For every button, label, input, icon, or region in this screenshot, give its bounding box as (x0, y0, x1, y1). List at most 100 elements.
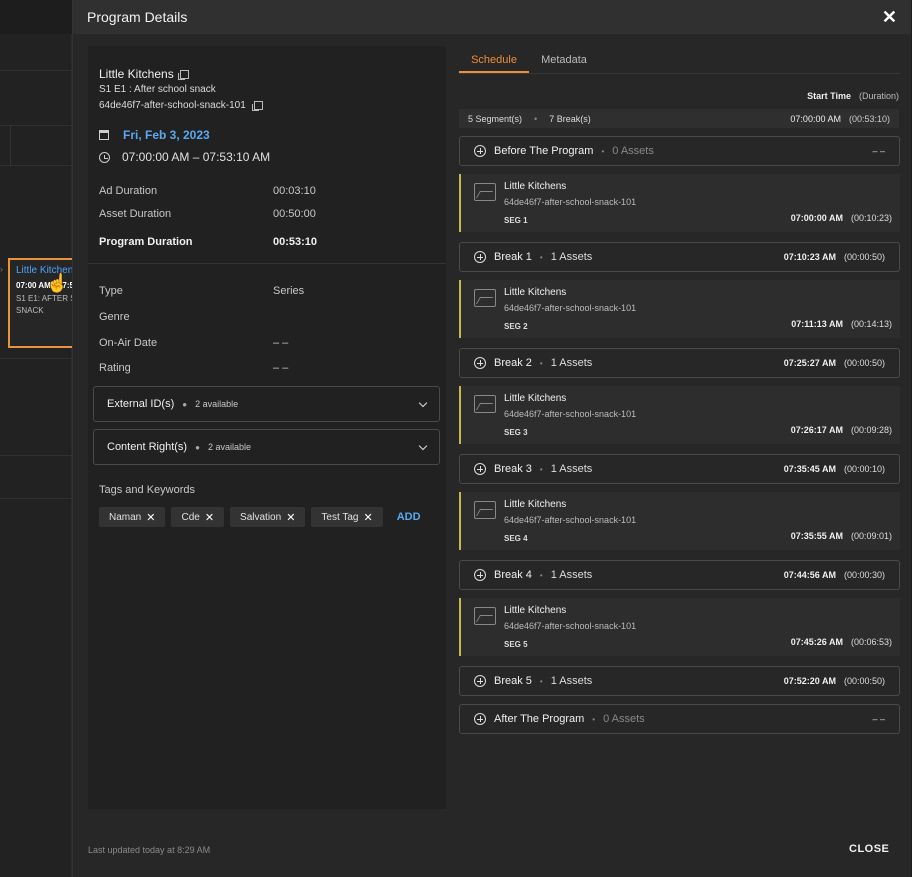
segment-row[interactable]: Little Kitchens 64de46f7-after-school-sn… (459, 174, 900, 232)
type-label: Type (99, 285, 123, 297)
copy-icon[interactable] (251, 101, 263, 111)
break-assets: 1 Assets (550, 675, 593, 687)
segment-time: 07:35:55 AM (00:09:01) (791, 531, 892, 541)
program-card-episode: S1 E1: AFTER S (16, 294, 76, 303)
time-row: 07:00:00 AM – 07:53:10 AM (99, 150, 270, 164)
tag-chip: Salvation ✕ (230, 507, 306, 527)
segment-count: 5 Segment(s) (468, 113, 523, 124)
rating-value: – – (273, 362, 289, 374)
after-program-row[interactable]: After The Program • 0 Assets – – (459, 704, 900, 734)
add-circle-icon[interactable] (474, 675, 486, 687)
asset-id: 64de46f7-after-school-snack-101 (99, 100, 246, 111)
add-circle-icon[interactable] (474, 463, 486, 475)
break-row[interactable]: Break 5 • 1 Assets 07:52:20 AM (00:00:50) (459, 666, 900, 696)
clock-icon (99, 151, 110, 163)
divider (10, 126, 11, 166)
segment-row[interactable]: Little Kitchens 64de46f7-after-school-sn… (459, 386, 900, 444)
break-time: 07:52:20 AM (00:00:50) (784, 676, 885, 686)
break-time: 07:10:23 AM (00:00:50) (784, 252, 885, 262)
break-duration: (00:00:50) (843, 252, 885, 262)
separator-dot: • (539, 252, 543, 262)
break-row[interactable]: Break 4 • 1 Assets 07:44:56 AM (00:00:30) (459, 560, 900, 590)
add-circle-icon[interactable] (474, 251, 486, 263)
modal-header: Program Details ✕ (73, 0, 911, 34)
tag-chip: Cde ✕ (171, 507, 225, 527)
segment-start: 07:35:55 AM (790, 531, 843, 541)
program-date[interactable]: Fri, Feb 3, 2023 (123, 128, 210, 142)
tags-list: Naman ✕ Cde ✕ Salvation ✕ Test Tag ✕ ADD (99, 507, 421, 527)
segment-name: Little Kitchens (504, 499, 567, 510)
tab-schedule[interactable]: Schedule (459, 46, 529, 73)
content-rights-label: Content Right(s) (107, 441, 188, 453)
segment-name: Little Kitchens (504, 605, 567, 616)
close-button[interactable]: CLOSE (849, 843, 889, 855)
schedule-summary: 5 Segment(s) • 7 Break(s) 07:00:00 AM (00… (459, 109, 899, 128)
tag-label: Test Tag (321, 511, 359, 523)
summary-duration: (00:53:10) (848, 113, 890, 124)
segment-name: Little Kitchens (504, 393, 567, 404)
type-value: Series (273, 285, 305, 297)
segment-time: 07:45:26 AM (00:06:53) (791, 637, 892, 647)
divider (0, 358, 72, 359)
remove-tag-icon[interactable]: ✕ (286, 511, 295, 524)
break-start: 07:10:23 AM (783, 252, 836, 262)
segment-label: SEG 3 (504, 428, 528, 437)
time-range: 07:00:00 AM – 07:53:10 AM (122, 150, 271, 164)
before-program-row[interactable]: Before The Program • 0 Assets – – (459, 136, 900, 166)
content-rights-accordion[interactable]: Content Right(s) ● 2 available (93, 429, 440, 465)
content-rights-count: 2 available (207, 442, 251, 452)
image-placeholder-icon (474, 501, 496, 519)
program-card[interactable]: Little Kitchen 07:00 AM - 07:5 S1 E1: AF… (8, 258, 77, 348)
segment-duration: (00:09:01) (850, 531, 892, 541)
remove-tag-icon[interactable]: ✕ (146, 511, 155, 524)
separator-dot: ● (182, 399, 188, 409)
copy-icon[interactable] (177, 69, 189, 80)
break-assets: 1 Assets (550, 357, 593, 369)
break-start: 07:35:45 AM (783, 464, 836, 474)
image-placeholder-icon (474, 607, 496, 625)
add-circle-icon[interactable] (474, 145, 486, 157)
segment-time: 07:00:00 AM (00:10:23) (791, 213, 892, 223)
segment-row[interactable]: Little Kitchens 64de46f7-after-school-sn… (459, 280, 900, 338)
segment-start: 07:11:13 AM (791, 319, 843, 329)
add-circle-icon[interactable] (474, 357, 486, 369)
break-row[interactable]: Break 1 • 1 Assets 07:10:23 AM (00:00:50) (459, 242, 900, 272)
divider (0, 70, 72, 71)
ad-duration-label: Ad Duration (99, 185, 158, 197)
close-icon[interactable]: ✕ (882, 8, 897, 26)
break-time: 07:44:56 AM (00:00:30) (784, 570, 885, 580)
external-ids-accordion[interactable]: External ID(s) ● 2 available (93, 386, 440, 422)
break-row[interactable]: Break 3 • 1 Assets 07:35:45 AM (00:00:10) (459, 454, 900, 484)
divider (0, 455, 72, 456)
program-title: Little Kitchens (99, 67, 174, 81)
break-start: 07:44:56 AM (783, 570, 836, 580)
segment-name: Little Kitchens (504, 181, 567, 192)
segment-row[interactable]: Little Kitchens 64de46f7-after-school-sn… (459, 598, 900, 656)
break-duration: (00:00:30) (843, 570, 885, 580)
break-name: Break 1 (494, 251, 532, 263)
remove-tag-icon[interactable]: ✕ (205, 511, 214, 524)
remove-tag-icon[interactable]: ✕ (363, 511, 372, 524)
break-start: 07:25:27 AM (783, 358, 836, 368)
summary-start: 07:00:00 AM (790, 113, 841, 124)
schedule-column-headers: Start Time (Duration) (459, 91, 899, 101)
start-time-header: Start Time (807, 91, 851, 101)
segment-label: SEG 5 (504, 640, 528, 649)
tab-metadata[interactable]: Metadata (529, 46, 599, 73)
segment-label: SEG 2 (504, 322, 528, 331)
segment-duration: (00:14:13) (850, 319, 892, 329)
segment-row[interactable]: Little Kitchens 64de46f7-after-school-sn… (459, 492, 900, 550)
segment-name: Little Kitchens (504, 287, 567, 298)
separator-dot: • (601, 146, 605, 156)
tag-label: Cde (181, 511, 200, 523)
segment-start: 07:26:17 AM (790, 425, 843, 435)
add-tag-button[interactable]: ADD (397, 511, 421, 523)
separator-dot: • (539, 570, 543, 580)
add-circle-icon[interactable] (474, 569, 486, 581)
separator-dot: • (539, 676, 543, 686)
add-circle-icon[interactable] (474, 713, 486, 725)
break-row[interactable]: Break 2 • 1 Assets 07:25:27 AM (00:00:50) (459, 348, 900, 378)
divider (88, 263, 446, 264)
separator-dot: • (539, 358, 543, 368)
break-start: 07:52:20 AM (783, 676, 836, 686)
